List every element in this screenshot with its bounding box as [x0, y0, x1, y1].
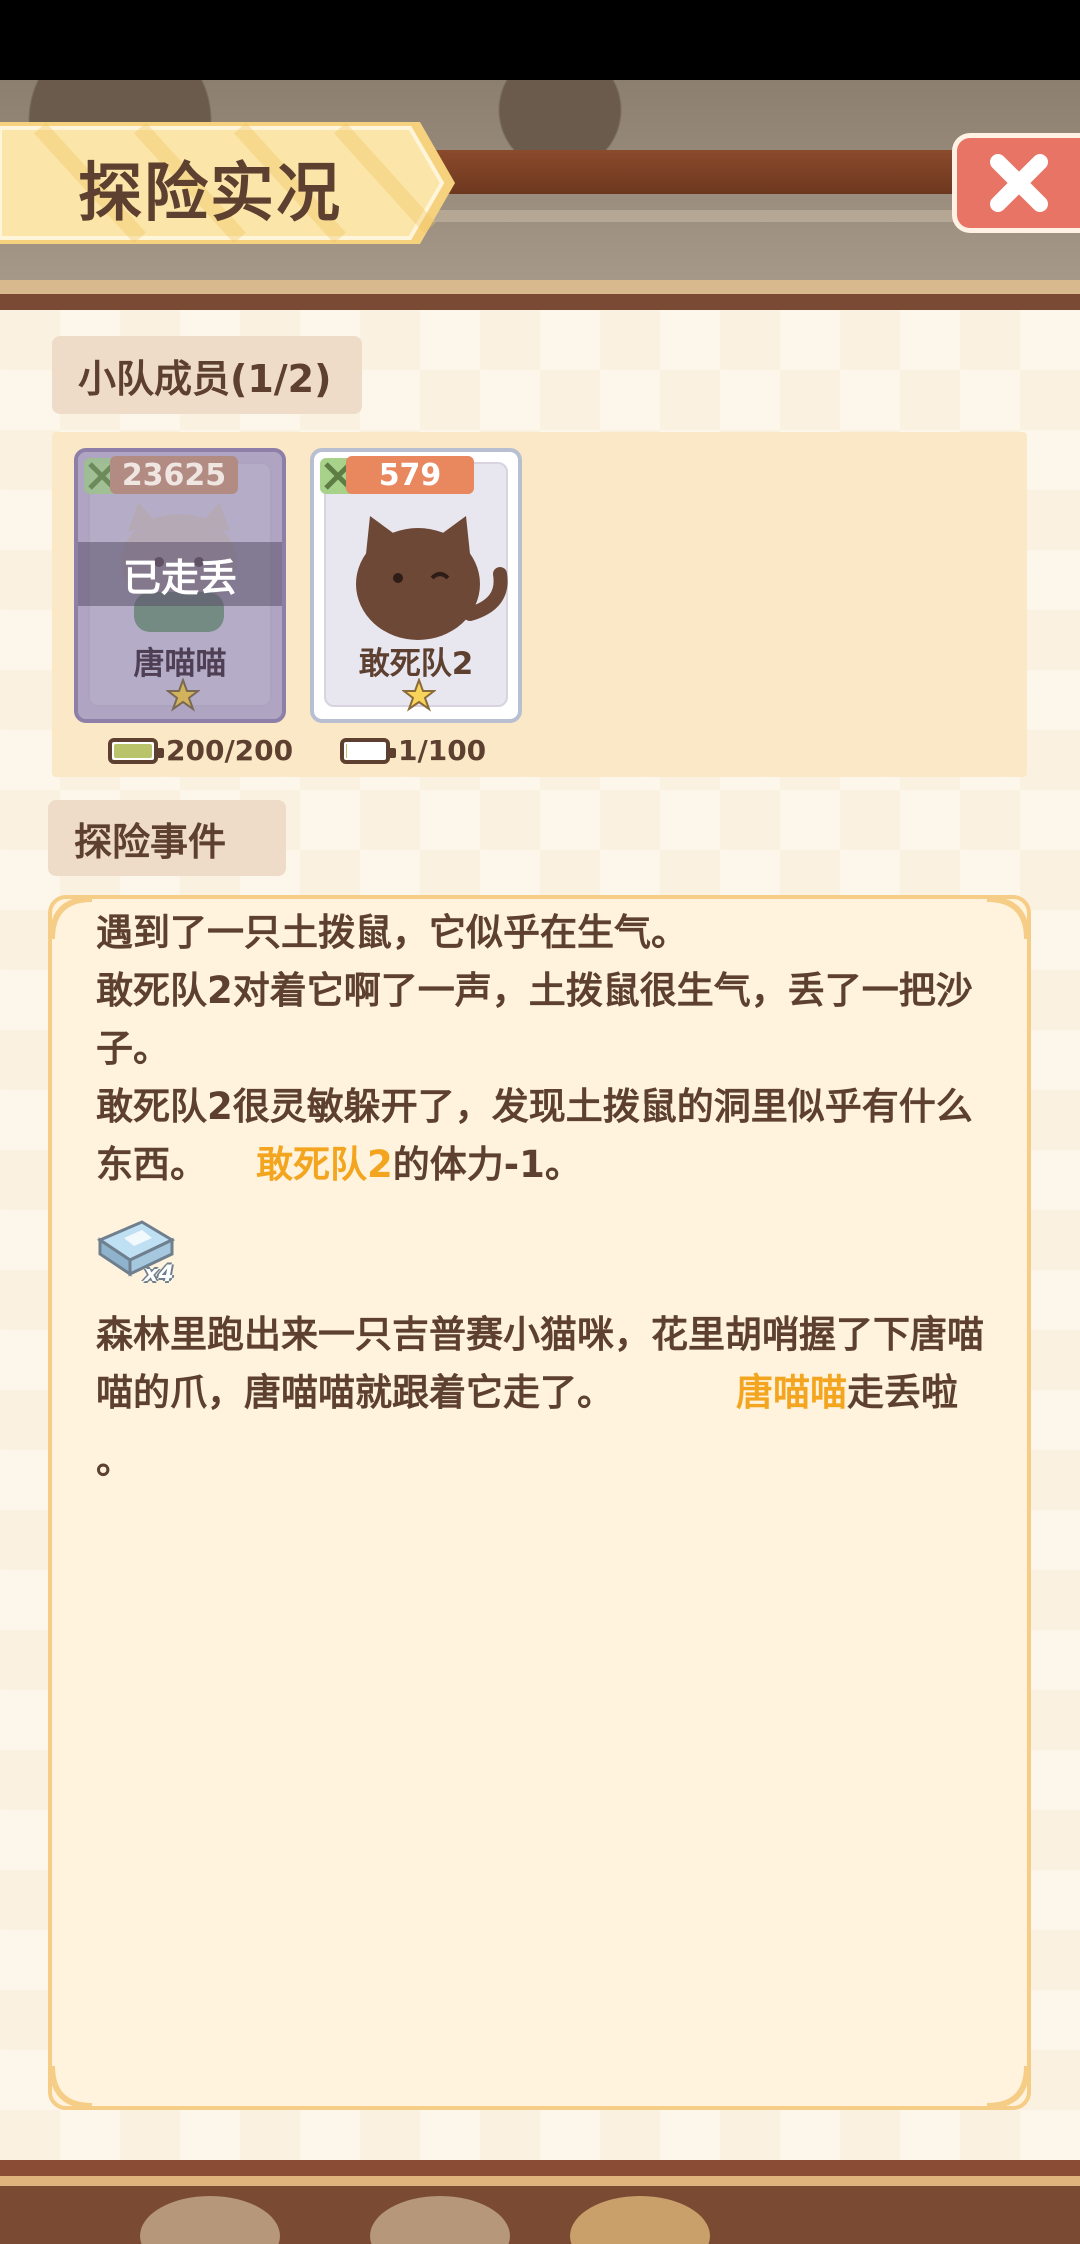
star-icon — [402, 678, 436, 712]
highlight-member-name: 敢死队2 — [256, 1143, 393, 1186]
energy-indicator-2: 1/100 — [340, 734, 486, 767]
cat-portrait-icon — [356, 516, 508, 640]
event-line-4-end: 。 — [96, 1439, 133, 1482]
corner-ornament-icon — [50, 2065, 93, 2108]
event-line-3-tail: 敢死队2的体力-1。 — [256, 1143, 582, 1186]
member-card-2[interactable]: 579 敢死队2 — [310, 448, 522, 723]
close-button[interactable] — [952, 133, 1080, 233]
status-bar — [0, 0, 1080, 80]
battery-icon — [340, 737, 396, 764]
reward-count: x4 — [144, 1262, 174, 1287]
header-divider-dark — [0, 294, 1080, 310]
header-divider — [0, 280, 1080, 294]
highlight-member-name: 唐喵喵 — [736, 1371, 847, 1414]
star-icon — [166, 678, 200, 712]
energy-value: 200/200 — [166, 734, 294, 767]
battery-icon — [108, 737, 164, 764]
energy-indicator-1: 200/200 — [108, 734, 293, 767]
events-section-label: 探险事件 — [48, 800, 286, 876]
corner-ornament-icon — [50, 897, 93, 940]
event-line-4-tail: 唐喵喵走丢啦 — [736, 1371, 958, 1414]
power-value: 579 — [346, 456, 474, 494]
footer-divider — [0, 2160, 1080, 2176]
footer-area — [0, 2186, 1080, 2244]
lost-status-label: 已走丢 — [78, 542, 282, 606]
footer-divider-light — [0, 2176, 1080, 2186]
member-name: 敢死队2 — [358, 646, 474, 682]
reward-item[interactable]: x4 — [96, 1218, 176, 1288]
power-value: 23625 — [110, 456, 238, 494]
event-line-2: 敢死队2对着它啊了一声，土拨鼠很生气，丢了一把沙子。 — [96, 969, 973, 1070]
member-card-1[interactable]: 23625 已走丢 唐喵喵 — [74, 448, 286, 723]
page-title: 探险实况 — [78, 157, 342, 231]
event-line-1: 遇到了一只土拨鼠，它似乎在生气。 — [96, 911, 688, 954]
corner-ornament-icon — [986, 2065, 1029, 2108]
member-name: 唐喵喵 — [133, 646, 227, 682]
energy-value: 1/100 — [398, 734, 487, 767]
close-icon — [989, 154, 1048, 212]
team-section-label: 小队成员(1/2) — [52, 336, 362, 414]
